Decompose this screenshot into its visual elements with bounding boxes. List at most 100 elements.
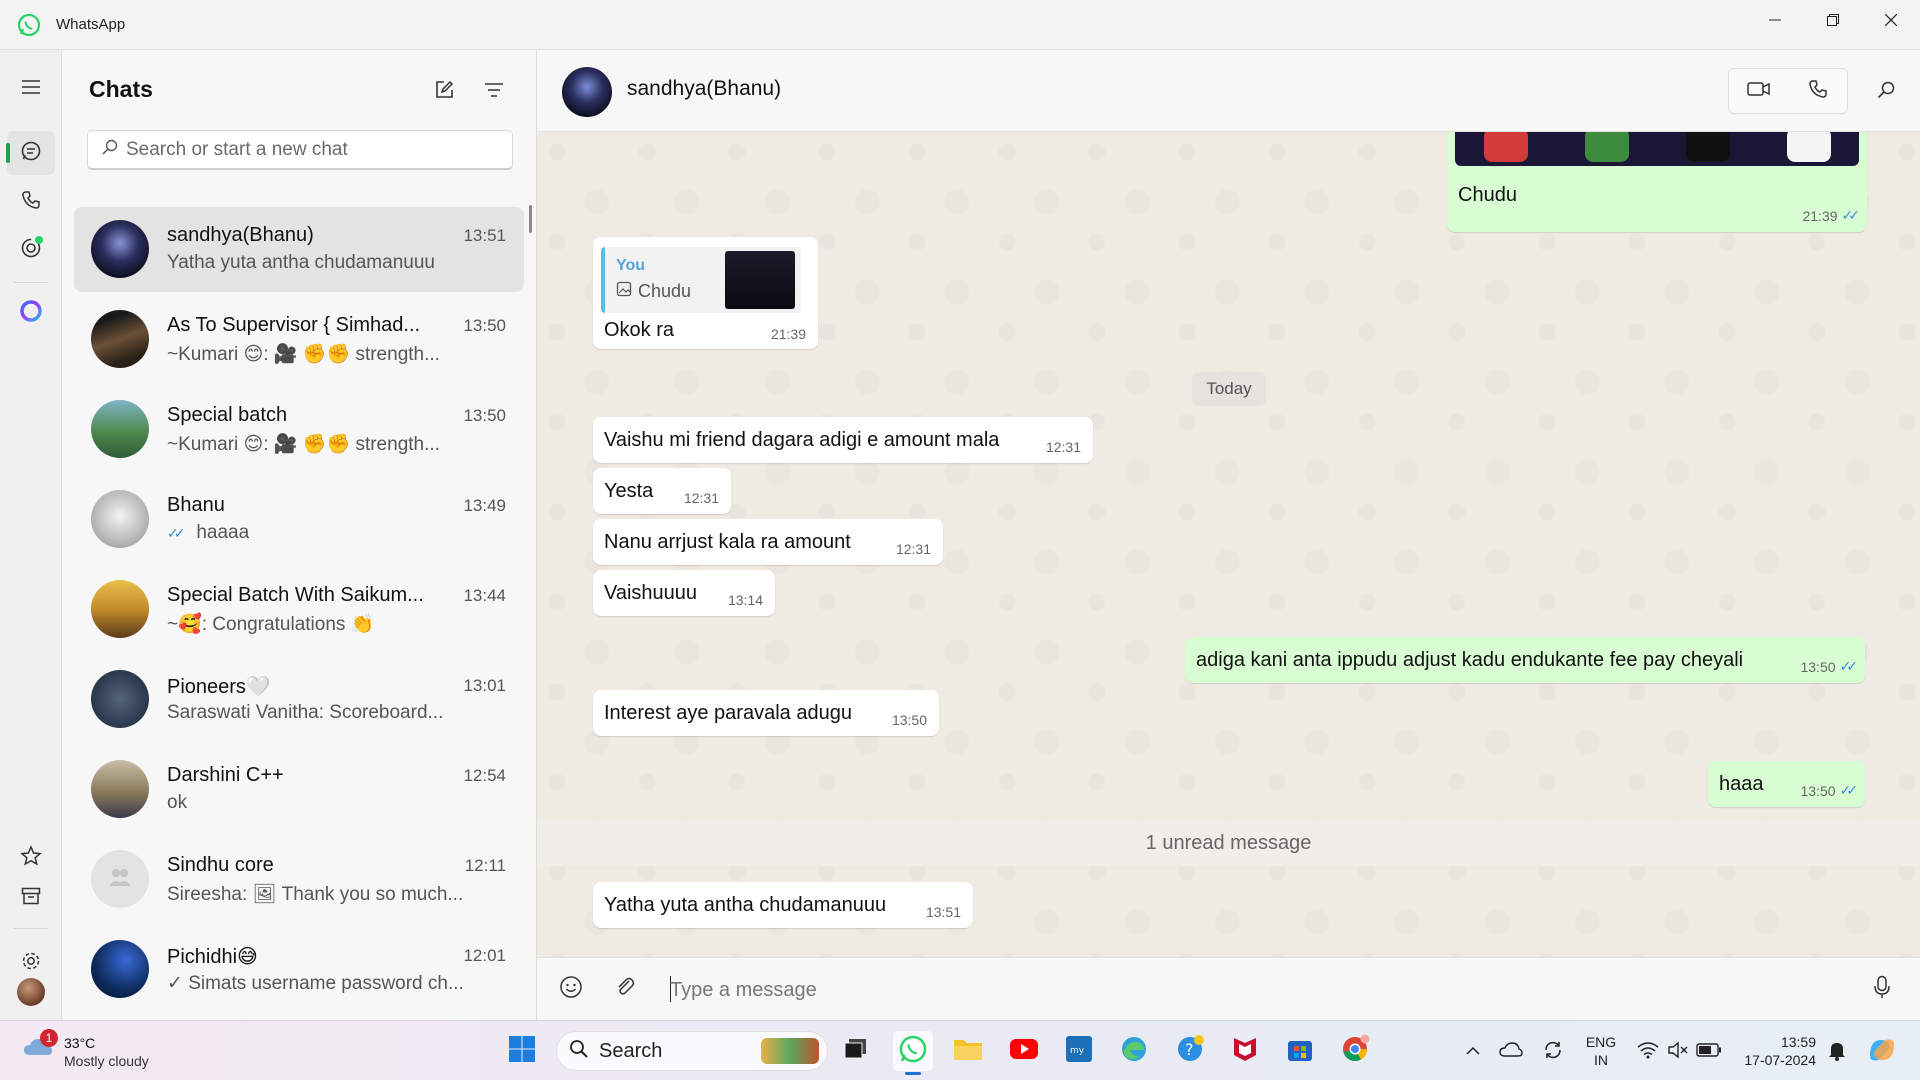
chat-list-item[interactable]: sandhya(Bhanu) 13:51 Yatha yuta antha ch… xyxy=(74,207,524,292)
chat-list-item[interactable]: Special batch 13:50 ~Kumari 😊: 🎥 ✊✊ stre… xyxy=(74,387,524,472)
taskbar-whatsapp[interactable] xyxy=(893,1031,933,1075)
copilot-button[interactable] xyxy=(1862,1031,1902,1071)
message-bubble-incoming[interactable]: Nanu arrjust kala ra amount 12:31 xyxy=(593,519,943,565)
chat-list-scrollbar[interactable] xyxy=(529,205,532,233)
new-chat-button[interactable] xyxy=(426,74,462,110)
message-bubble-incoming[interactable]: You Chudu Okok ra 21:39 xyxy=(593,237,818,349)
taskbar-youtube[interactable] xyxy=(1004,1031,1044,1071)
video-call-button[interactable] xyxy=(1729,69,1788,113)
file-explorer-icon xyxy=(953,1036,983,1067)
chat-list-item[interactable]: Pioneers🤍 13:01 Saraswati Vanitha: Score… xyxy=(74,657,524,742)
taskbar-store[interactable] xyxy=(1280,1031,1320,1071)
battery-tray[interactable] xyxy=(1693,1031,1725,1071)
chat-preview: ~🥰: Congratulations 👏 xyxy=(167,614,375,635)
volume-tray[interactable] xyxy=(1663,1031,1693,1071)
message-time: 12:31 xyxy=(895,541,931,557)
voice-call-button[interactable] xyxy=(1788,69,1847,113)
group-icon xyxy=(107,867,133,892)
message-bubble-incoming[interactable]: Vaishu mi friend dagara adigi e amount m… xyxy=(593,417,1093,463)
wifi-tray[interactable] xyxy=(1633,1031,1663,1071)
system-clock[interactable]: 13:59 17-07-2024 xyxy=(1736,1033,1816,1069)
taskbar-search[interactable]: Search xyxy=(556,1031,828,1071)
chat-preview: Yatha yuta antha chudamanuuu xyxy=(167,252,435,273)
taskbar-help[interactable]: ? xyxy=(1170,1031,1210,1071)
conversation-pane: sandhya(Bhanu) Chudu 21:39 ✓✓ You Chudu … xyxy=(537,50,1920,1020)
rail-archive-button[interactable] xyxy=(7,876,55,920)
window-controls xyxy=(1746,0,1920,40)
weather-widget[interactable]: 1 33°C Mostly cloudy xyxy=(22,1029,172,1073)
message-time: 13:14 xyxy=(727,592,763,608)
quote-text-row: Chudu xyxy=(616,281,691,302)
filter-icon xyxy=(484,82,504,103)
menu-button[interactable] xyxy=(7,67,55,111)
notifications-tray[interactable] xyxy=(1822,1031,1852,1071)
voice-message-button[interactable] xyxy=(1864,971,1900,1007)
avatar xyxy=(91,760,149,818)
chat-search-input[interactable] xyxy=(126,138,506,161)
message-list[interactable]: Chudu 21:39 ✓✓ You Chudu Okok ra 21:39 To… xyxy=(537,132,1920,957)
input-language-indicator[interactable]: ENG IN xyxy=(1584,1033,1618,1069)
message-bubble-outgoing[interactable]: adiga kani anta ippudu adjust kadu enduk… xyxy=(1185,637,1865,683)
taskbar-file-explorer[interactable] xyxy=(948,1031,988,1071)
contact-name[interactable]: sandhya(Bhanu) xyxy=(627,77,781,101)
battery-icon xyxy=(1696,1042,1722,1060)
read-ticks-icon: ✓✓ xyxy=(1839,658,1859,674)
chat-time: 12:11 xyxy=(464,856,506,875)
attach-button[interactable] xyxy=(607,971,643,1007)
message-bubble-incoming[interactable]: Vaishuuuu 13:14 xyxy=(593,570,775,616)
chat-time: 13:44 xyxy=(463,586,506,605)
taskbar-edge[interactable] xyxy=(1114,1031,1154,1071)
restore-button[interactable] xyxy=(1804,0,1862,40)
message-bubble-outgoing[interactable]: haaa 13:50 ✓✓ xyxy=(1708,761,1865,807)
task-view-button[interactable] xyxy=(836,1031,876,1071)
chat-list-item[interactable]: Pichidhi😅 12:01 ✓ Simats username passwo… xyxy=(74,927,524,1012)
search-in-chat-button[interactable] xyxy=(1868,74,1904,110)
chat-search-box[interactable] xyxy=(87,130,513,170)
onedrive-tray[interactable] xyxy=(1496,1031,1526,1071)
message-input[interactable] xyxy=(670,972,1770,1008)
profile-avatar[interactable] xyxy=(17,978,45,1006)
message-bubble-incoming[interactable]: Interest aye paravala adugu 13:50 xyxy=(593,690,939,736)
chat-name: Pioneers🤍 xyxy=(167,676,271,698)
message-time: 13:51 xyxy=(925,904,961,920)
sync-tray[interactable] xyxy=(1538,1031,1568,1071)
taskbar-mysql[interactable]: my xyxy=(1059,1031,1099,1071)
notification-badge: 1 xyxy=(40,1029,58,1047)
copilot-icon xyxy=(1867,1036,1897,1067)
search-icon xyxy=(569,1039,589,1064)
close-button[interactable] xyxy=(1862,0,1920,40)
wifi-icon xyxy=(1637,1041,1659,1062)
minimize-button[interactable] xyxy=(1746,0,1804,40)
chat-list-item[interactable]: Darshini C++ 12:54 ok xyxy=(74,747,524,832)
taskbar-mcafee[interactable] xyxy=(1225,1031,1265,1071)
rail-status-button[interactable] xyxy=(7,228,55,272)
message-bubble-outgoing[interactable]: Chudu 21:39 ✓✓ xyxy=(1447,132,1867,232)
chat-preview: ✓ Simats username password ch... xyxy=(167,973,464,994)
filter-chats-button[interactable] xyxy=(476,74,512,110)
chat-list-item[interactable]: As To Supervisor { Simhad... 13:50 ~Kuma… xyxy=(74,297,524,382)
avatar xyxy=(91,220,149,278)
show-hidden-icons-button[interactable] xyxy=(1459,1031,1487,1071)
chat-preview: Saraswati Vanitha: Scoreboard... xyxy=(167,702,444,723)
message-bubble-incoming[interactable]: Yesta 12:31 xyxy=(593,468,731,514)
rail-calls-button[interactable] xyxy=(7,180,55,224)
quoted-message[interactable]: You Chudu xyxy=(601,247,801,313)
chat-list-item[interactable]: Bhanu 13:49 ✓✓ haaaa xyxy=(74,477,524,562)
taskbar-chrome[interactable] xyxy=(1335,1031,1375,1071)
message-image[interactable] xyxy=(1455,132,1859,166)
chat-list-item[interactable]: Sindhu core 12:11 Sireesha: 🖼 Thank you … xyxy=(74,837,524,922)
message-bubble-incoming[interactable]: Yatha yuta antha chudamanuuu 13:51 xyxy=(593,882,973,928)
contact-avatar[interactable] xyxy=(562,67,612,117)
rail-chats-button[interactable] xyxy=(6,131,55,175)
call-buttons xyxy=(1728,68,1848,114)
cloud-icon xyxy=(1499,1041,1523,1061)
start-button[interactable] xyxy=(502,1031,542,1071)
chat-list-item[interactable]: Special Batch With Saikum... 13:44 ~🥰: C… xyxy=(74,567,524,652)
rail-meta-ai-button[interactable] xyxy=(7,291,55,335)
emoji-button[interactable] xyxy=(553,971,589,1007)
conversation-header: sandhya(Bhanu) xyxy=(537,50,1920,132)
chat-preview: ok xyxy=(167,792,188,813)
rail-starred-button[interactable] xyxy=(7,836,55,880)
message-text: Interest aye paravala adugu xyxy=(604,702,852,724)
emoji-icon xyxy=(559,975,583,1004)
